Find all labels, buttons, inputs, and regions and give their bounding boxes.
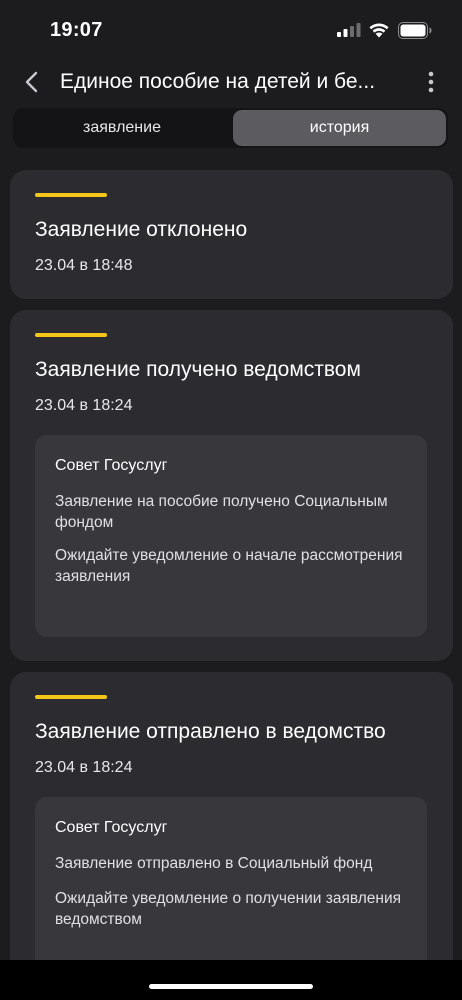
status-time: 19:07 bbox=[50, 19, 103, 41]
advice-paragraph: Ожидайте уведомление о начале рассмотрен… bbox=[55, 547, 403, 585]
advice-title: Совет Госуслуг bbox=[55, 819, 168, 836]
event-time: 23.04 в 18:24 bbox=[35, 759, 133, 776]
history-event-card: Заявление получено ведомством 23.04 в 18… bbox=[10, 310, 453, 661]
header: Единое пособие на детей и бе... bbox=[0, 60, 462, 106]
home-indicator[interactable] bbox=[149, 984, 313, 989]
tab-history[interactable]: история bbox=[233, 110, 446, 146]
advice-title: Совет Госуслуг bbox=[55, 457, 168, 474]
tab-statement[interactable]: заявление bbox=[15, 110, 229, 146]
battery-icon bbox=[398, 22, 432, 39]
cellular-signal-icon bbox=[337, 23, 361, 37]
event-title: Заявление отклонено bbox=[35, 218, 248, 241]
segmented-tabs: заявление история bbox=[13, 108, 448, 148]
event-title: Заявление отправлено в ведомство bbox=[35, 720, 386, 743]
status-bar: 19:07 bbox=[0, 0, 462, 60]
wifi-icon bbox=[369, 23, 389, 38]
status-indicator-line bbox=[35, 193, 107, 197]
chevron-left-icon[interactable] bbox=[20, 70, 44, 94]
status-indicator-line bbox=[35, 333, 107, 337]
history-event-card: Заявление отправлено в ведомство 23.04 в… bbox=[10, 672, 453, 1000]
more-vertical-icon[interactable] bbox=[420, 70, 442, 94]
event-title: Заявление получено ведомством bbox=[35, 358, 361, 381]
history-event-card: Заявление отклонено 23.04 в 18:48 bbox=[10, 170, 453, 299]
advice-paragraph: Заявление отправлено в Социальный фонд bbox=[55, 855, 373, 872]
status-indicator-line bbox=[35, 695, 107, 699]
advice-box: Совет Госуслуг Заявление на пособие полу… bbox=[35, 435, 427, 637]
page-title: Единое пособие на детей и бе... bbox=[60, 70, 376, 93]
advice-paragraph: Заявление на пособие получено Социальным… bbox=[55, 493, 388, 531]
event-time: 23.04 в 18:48 bbox=[35, 257, 133, 274]
advice-paragraph: Ожидайте уведомление о получении заявлен… bbox=[55, 890, 402, 928]
screen: 19:07 Единое пособие на детей и бе... за… bbox=[0, 0, 462, 1000]
event-time: 23.04 в 18:24 bbox=[35, 397, 133, 414]
bottom-bar bbox=[0, 960, 462, 1000]
